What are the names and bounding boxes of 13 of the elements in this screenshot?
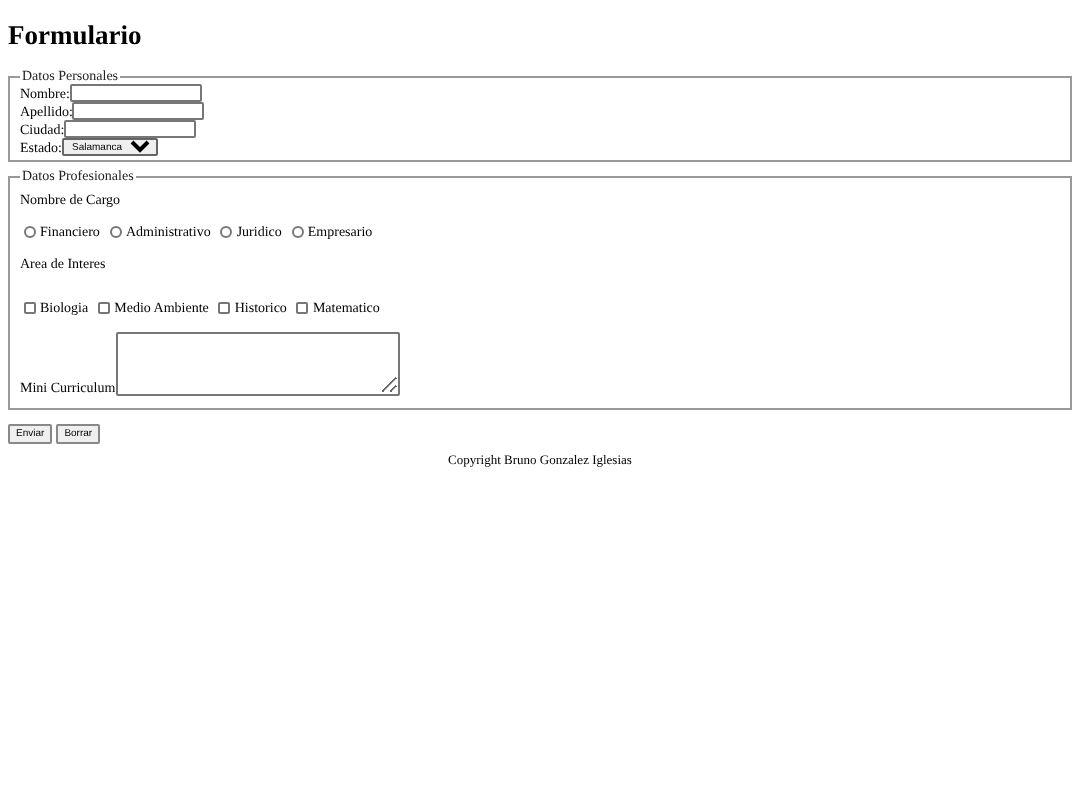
text-input[interactable] xyxy=(72,102,205,120)
radio-button[interactable] xyxy=(291,226,304,238)
checkbox[interactable] xyxy=(98,302,111,314)
checkbox[interactable] xyxy=(296,302,309,314)
radio-button[interactable] xyxy=(220,226,233,238)
page-title: Formulario xyxy=(8,20,144,52)
radio-button[interactable] xyxy=(24,226,36,238)
text-input[interactable] xyxy=(64,120,197,138)
text-input[interactable] xyxy=(69,84,202,102)
checkbox[interactable] xyxy=(218,302,231,314)
curriculum-textarea[interactable] xyxy=(115,332,400,396)
checkbox[interactable] xyxy=(24,302,36,314)
radio-button[interactable] xyxy=(109,226,122,238)
